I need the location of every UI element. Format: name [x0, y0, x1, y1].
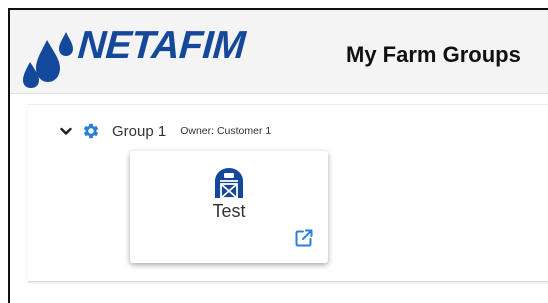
logo-wordmark: NETAFIM [76, 24, 247, 67]
farm-card[interactable]: Test [130, 151, 328, 263]
netafim-logo[interactable]: NETAFIM [22, 22, 262, 88]
page-title: My Farm Groups [346, 42, 521, 67]
gear-icon[interactable] [82, 122, 100, 140]
farm-name: Test [212, 201, 246, 221]
main-content: Group 1 Owner: Customer 1 Test [10, 96, 548, 303]
header-bar: NETAFIM My Farm Groups [10, 10, 548, 94]
external-link-icon[interactable] [294, 228, 314, 248]
water-drops-icon [23, 32, 73, 88]
group-owner: Owner: Customer 1 [180, 125, 272, 137]
barn-icon [212, 167, 246, 199]
group-header: Group 1 Owner: Customer 1 [58, 121, 271, 141]
chevron-down-icon[interactable] [58, 123, 74, 139]
app-window: NETAFIM My Farm Groups Group 1 Owner: Cu… [8, 8, 548, 303]
group-panel: Group 1 Owner: Customer 1 Test [28, 104, 548, 282]
group-name[interactable]: Group 1 [112, 123, 166, 140]
